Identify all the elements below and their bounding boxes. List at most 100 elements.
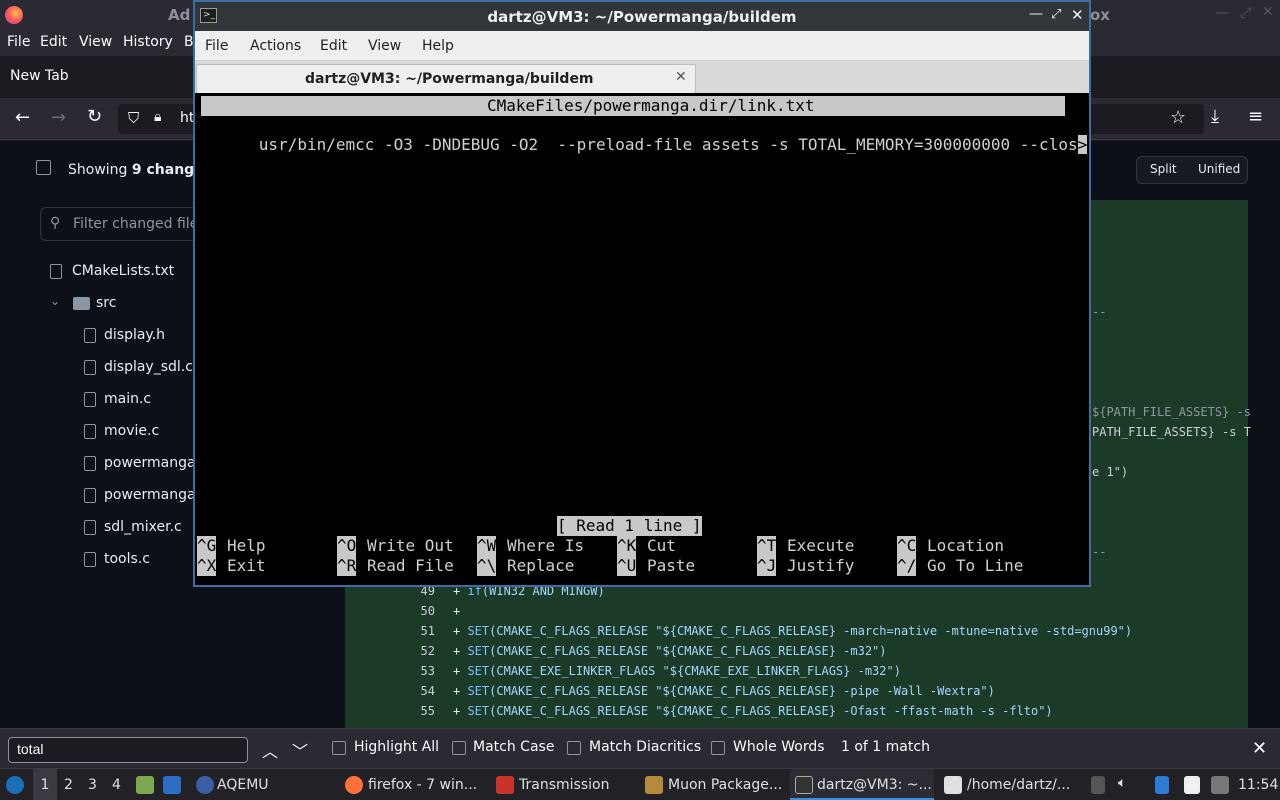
taskbar-muon[interactable]: Muon Package... [668, 777, 782, 793]
diff-row: 49 + if(WIN32 AND MINGW) [345, 584, 1248, 604]
nano-status-message: [ Read 1 line ] [557, 516, 702, 536]
find-next-icon[interactable]: ﹀ [292, 738, 308, 762]
diff-keyword: SET [467, 644, 490, 658]
diff-code: + SET(CMAKE_C_FLAGS_RELEASE "${CMAKE_C_F… [453, 704, 1053, 718]
menu-view[interactable]: View [79, 34, 112, 50]
match-case-checkbox[interactable] [452, 741, 466, 755]
shield-icon: ⛉ [128, 109, 140, 127]
nano-shortcut-label: Help [227, 536, 266, 555]
back-icon[interactable]: ← [15, 107, 30, 128]
tree-file-item[interactable]: main.c [104, 391, 151, 407]
maximize-icon[interactable]: ⤢ [1240, 5, 1251, 21]
menu-history[interactable]: History [123, 34, 173, 50]
tree-file-item[interactable]: powermanga.h [104, 487, 194, 503]
reload-icon[interactable]: ↻ [87, 106, 102, 127]
terminal-tab-title: dartz@VM3: ~/Powermanga/buildem [305, 71, 594, 87]
desktop-3[interactable]: 3 [88, 777, 97, 793]
diff-line-partial-a: ${PATH_FILE_ASSETS} -s [1092, 405, 1251, 419]
tree-file-item[interactable]: tools.c [104, 551, 150, 567]
diff-rest: (CMAKE_C_FLAGS_RELEASE "${CMAKE_C_FLAGS_… [489, 624, 1133, 638]
terminal-minimize-icon[interactable]: — [1029, 6, 1043, 22]
match-diacritics-checkbox[interactable] [567, 741, 581, 755]
transmission-icon [496, 776, 514, 794]
display-icon[interactable] [1211, 776, 1229, 794]
tree-folder-item[interactable]: src [96, 295, 116, 311]
app-launcher-icon[interactable] [6, 776, 24, 794]
tray-printer-icon[interactable] [1091, 776, 1105, 794]
close-icon[interactable]: ✕ [1262, 4, 1274, 20]
bookmark-star-icon[interactable]: ☆ [1170, 107, 1186, 128]
tree-file-item[interactable]: display.h [104, 327, 165, 343]
tree-file-item[interactable]: movie.c [104, 423, 159, 439]
tree-file-item[interactable]: CMakeLists.txt [72, 263, 174, 279]
minimize-icon[interactable]: — [1215, 5, 1229, 21]
nano-shortcut-label: Location [927, 536, 1005, 555]
nano-editor-screen[interactable]: GNU nano 6.2 CMakeFiles/powermanga.dir/l… [195, 93, 1089, 585]
terminal-close-icon[interactable]: ✕ [1071, 6, 1084, 24]
file-icon [84, 488, 96, 503]
nano-shortcut-label: Execute [787, 536, 855, 555]
menu-file[interactable]: File [7, 34, 30, 50]
line-number: 55 [420, 704, 435, 718]
nano-shortcut-key: ^T [757, 536, 777, 556]
terminal-maximize-icon[interactable]: ⤢ [1051, 7, 1061, 22]
nano-shortcut-key: ^G [197, 536, 217, 556]
terminal-tab[interactable]: dartz@VM3: ~/Powermanga/buildem ✕ [196, 64, 696, 93]
volume-icon[interactable]: 🔈︎ [1118, 775, 1126, 791]
network-icon[interactable] [1155, 776, 1169, 794]
file-icon [50, 264, 62, 279]
terminal-icon [795, 776, 813, 794]
nano-shortcut-key: ^X [197, 556, 217, 576]
tree-file-item[interactable]: powermanga.c [104, 455, 194, 471]
nano-shortcut-key: ^W [477, 536, 497, 556]
clipboard-icon[interactable] [1184, 776, 1200, 794]
aqemu-icon [196, 776, 214, 794]
find-result-count: 1 of 1 match [841, 739, 930, 755]
terminal-menu-help[interactable]: Help [422, 38, 454, 54]
file-manager-icon[interactable] [136, 776, 154, 794]
nano-shortcut-label: Replace [507, 556, 575, 575]
tree-file-item[interactable]: display_sdl.c [104, 359, 193, 375]
taskbar-transmission[interactable]: Transmission [519, 777, 609, 793]
match-diacritics-label: Match Diacritics [589, 739, 702, 755]
whole-words-checkbox[interactable] [711, 741, 725, 755]
chevron-down-icon[interactable]: ⌄ [50, 294, 60, 308]
forward-icon[interactable]: → [51, 107, 66, 128]
split-button[interactable]: Split [1150, 162, 1177, 176]
tree-file-item[interactable]: sdl_mixer.c [104, 519, 182, 535]
terminal-menubar: File Actions Edit View Help [195, 31, 1089, 61]
desktop-1[interactable]: 1 [33, 769, 57, 800]
terminal-menu-actions[interactable]: Actions [250, 38, 301, 54]
nano-shortcut-key: ^R [337, 556, 357, 576]
line-number: 50 [420, 604, 435, 618]
show-desktop-icon[interactable] [163, 776, 181, 794]
menu-hamburger-icon[interactable]: ≡ [1248, 106, 1263, 127]
unified-button[interactable]: Unified [1198, 162, 1240, 176]
find-previous-icon[interactable]: ︿ [262, 738, 278, 762]
desktop-2[interactable]: 2 [64, 777, 73, 793]
terminal-titlebar[interactable]: >_ dartz@VM3: ~/Powermanga/buildem — ⤢ ✕ [195, 2, 1089, 31]
sidebar-toggle-icon[interactable] [36, 160, 51, 175]
taskbar-home-folder[interactable]: /home/dartz/... [967, 777, 1070, 793]
tab-new-tab[interactable]: New Tab [10, 68, 69, 84]
desktop-4[interactable]: 4 [112, 777, 121, 793]
close-findbar-icon[interactable]: ✕ [1252, 738, 1267, 759]
file-icon [84, 520, 96, 535]
terminal-menu-view[interactable]: View [368, 38, 401, 54]
firefox-logo-icon [5, 6, 23, 24]
diff-row: 50 + [345, 604, 1248, 624]
terminal-menu-edit[interactable]: Edit [320, 38, 347, 54]
taskbar-firefox[interactable]: firefox - 7 win... [368, 777, 477, 793]
terminal-tab-close-icon[interactable]: ✕ [675, 69, 687, 85]
find-input[interactable]: total [8, 737, 248, 763]
menu-edit[interactable]: Edit [40, 34, 67, 50]
whole-words-label: Whole Words [733, 739, 825, 755]
nano-shortcut-label: Where Is [507, 536, 585, 555]
diff-rest: (CMAKE_C_FLAGS_RELEASE "${CMAKE_C_FLAGS_… [489, 704, 1053, 718]
download-icon[interactable]: ⤓ [1211, 106, 1219, 127]
taskbar-aqemu[interactable]: AQEMU [217, 777, 269, 793]
terminal-menu-file[interactable]: File [205, 38, 228, 54]
highlight-all-checkbox[interactable] [332, 741, 346, 755]
diff-row: 51 + SET(CMAKE_C_FLAGS_RELEASE "${CMAKE_C… [345, 624, 1248, 644]
taskbar-terminal-active[interactable]: dartz@VM3: ~... [790, 769, 934, 800]
